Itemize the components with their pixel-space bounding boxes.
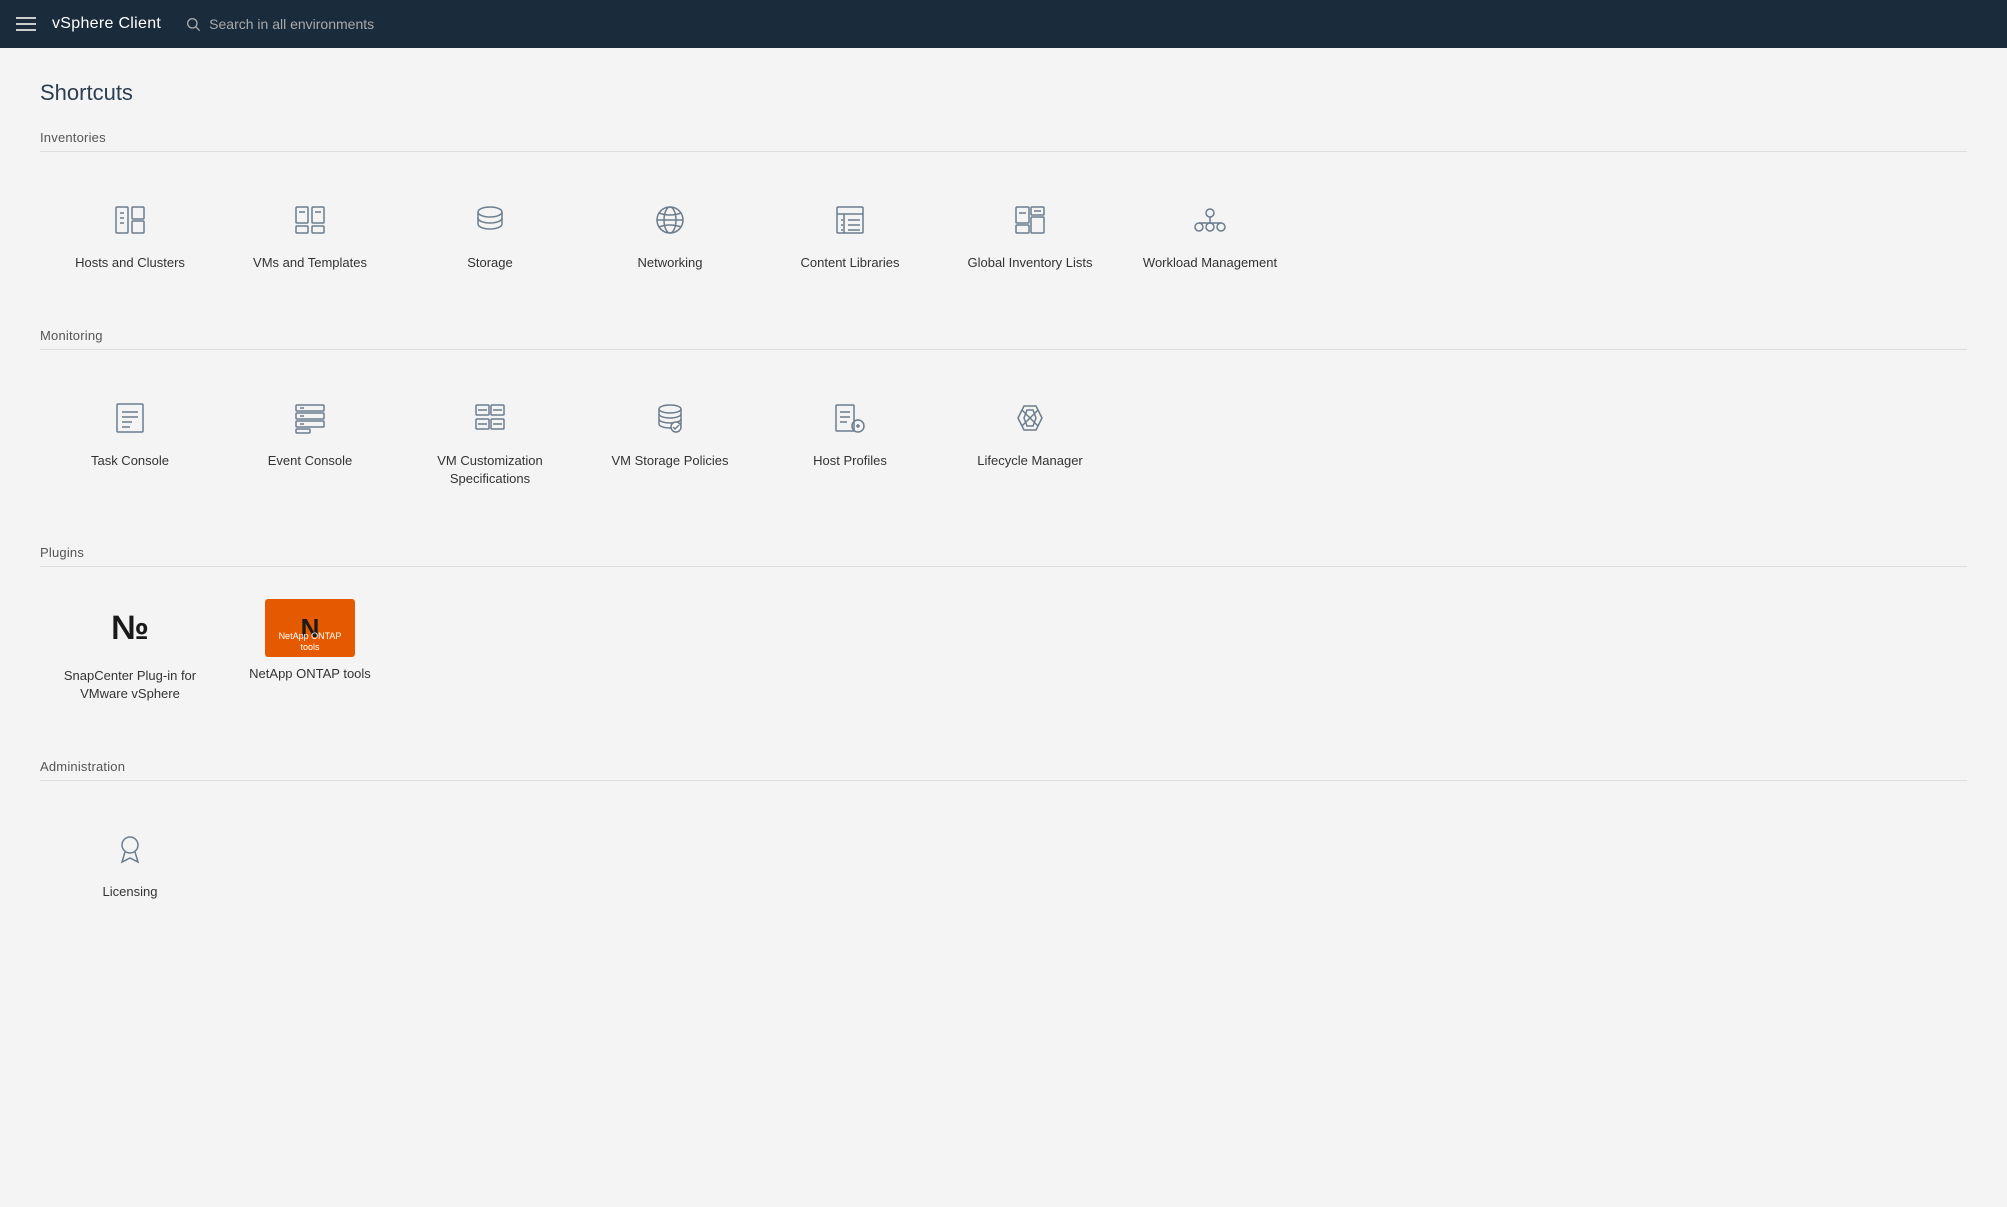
- inventories-grid: Hosts and Clusters VMs and Templates: [40, 176, 1967, 292]
- section-divider-monitoring: [40, 349, 1967, 350]
- hosts-clusters-icon: [106, 196, 154, 244]
- vm-customization-label: VM CustomizationSpecifications: [437, 452, 542, 488]
- section-monitoring: Monitoring Task Console: [40, 328, 1967, 508]
- shortcut-hosts-clusters[interactable]: Hosts and Clusters: [40, 176, 220, 292]
- section-label-plugins: Plugins: [40, 545, 1967, 560]
- section-label-inventories: Inventories: [40, 130, 1967, 145]
- workload-management-label: Workload Management: [1143, 254, 1277, 272]
- shortcut-vms-templates[interactable]: VMs and Templates: [220, 176, 400, 292]
- vms-templates-label: VMs and Templates: [253, 254, 367, 272]
- shortcut-networking[interactable]: Networking: [580, 176, 760, 292]
- licensing-label: Licensing: [103, 883, 158, 901]
- shortcut-task-console[interactable]: Task Console: [40, 374, 220, 508]
- netapp-tile-label: NetApp ONTAP tools: [265, 631, 355, 653]
- networking-label: Networking: [637, 254, 702, 272]
- vms-templates-icon: [286, 196, 334, 244]
- menu-icon[interactable]: [16, 17, 36, 31]
- content-libraries-label: Content Libraries: [801, 254, 900, 272]
- shortcut-event-console[interactable]: Event Console: [220, 374, 400, 508]
- event-console-icon: [286, 394, 334, 442]
- licensing-icon: [106, 825, 154, 873]
- vm-storage-policies-icon: [646, 394, 694, 442]
- shortcut-storage[interactable]: Storage: [400, 176, 580, 292]
- topbar: vSphere Client Search in all environment…: [0, 0, 2007, 48]
- shortcut-content-libraries[interactable]: Content Libraries: [760, 176, 940, 292]
- administration-grid: Licensing: [40, 805, 1967, 921]
- section-label-monitoring: Monitoring: [40, 328, 1967, 343]
- section-administration: Administration Licensing: [40, 759, 1967, 921]
- section-inventories: Inventories Hosts and Clusters: [40, 130, 1967, 292]
- shortcut-licensing[interactable]: Licensing: [40, 805, 220, 921]
- section-label-administration: Administration: [40, 759, 1967, 774]
- netapp-tile: N NetApp ONTAP tools: [265, 599, 355, 657]
- section-divider-administration: [40, 780, 1967, 781]
- search-bar[interactable]: Search in all environments: [185, 16, 374, 32]
- shortcut-snapcenter[interactable]: № SnapCenter Plug-in forVMware vSphere: [40, 591, 220, 723]
- snapcenter-icon: №: [85, 599, 175, 659]
- storage-label: Storage: [467, 254, 513, 272]
- shortcut-vm-customization[interactable]: VM CustomizationSpecifications: [400, 374, 580, 508]
- storage-icon: [466, 196, 514, 244]
- task-console-icon: [106, 394, 154, 442]
- netapp-label: NetApp ONTAP tools: [249, 665, 371, 683]
- snapcenter-label: SnapCenter Plug-in forVMware vSphere: [64, 667, 196, 703]
- host-profiles-label: Host Profiles: [813, 452, 887, 470]
- global-inventory-icon: [1006, 196, 1054, 244]
- monitoring-grid: Task Console Event Console: [40, 374, 1967, 508]
- hosts-clusters-label: Hosts and Clusters: [75, 254, 185, 272]
- shortcut-lifecycle-manager[interactable]: Lifecycle Manager: [940, 374, 1120, 508]
- lifecycle-manager-icon: [1006, 394, 1054, 442]
- vm-customization-icon: [466, 394, 514, 442]
- app-name: vSphere Client: [52, 15, 161, 33]
- vm-storage-policies-label: VM Storage Policies: [611, 452, 728, 470]
- content-libraries-icon: [826, 196, 874, 244]
- search-placeholder: Search in all environments: [209, 16, 374, 32]
- shortcut-global-inventory[interactable]: Global Inventory Lists: [940, 176, 1120, 292]
- global-inventory-label: Global Inventory Lists: [967, 254, 1092, 272]
- shortcut-workload-management[interactable]: Workload Management: [1120, 176, 1300, 292]
- task-console-label: Task Console: [91, 452, 169, 470]
- workload-management-icon: [1186, 196, 1234, 244]
- section-plugins: Plugins № SnapCenter Plug-in forVMware v…: [40, 545, 1967, 723]
- host-profiles-icon: [826, 394, 874, 442]
- section-divider-plugins: [40, 566, 1967, 567]
- networking-icon: [646, 196, 694, 244]
- shortcut-host-profiles[interactable]: Host Profiles: [760, 374, 940, 508]
- shortcut-vm-storage-policies[interactable]: VM Storage Policies: [580, 374, 760, 508]
- shortcut-netapp-ontap[interactable]: N NetApp ONTAP tools NetApp ONTAP tools: [220, 591, 400, 723]
- event-console-label: Event Console: [268, 452, 353, 470]
- lifecycle-manager-label: Lifecycle Manager: [977, 452, 1083, 470]
- plugins-grid: № SnapCenter Plug-in forVMware vSphere N…: [40, 591, 1967, 723]
- main-content: Shortcuts Inventories Hosts and Clusters: [0, 48, 2007, 1207]
- page-title: Shortcuts: [40, 80, 1967, 106]
- section-divider-inventories: [40, 151, 1967, 152]
- search-icon: [185, 16, 201, 32]
